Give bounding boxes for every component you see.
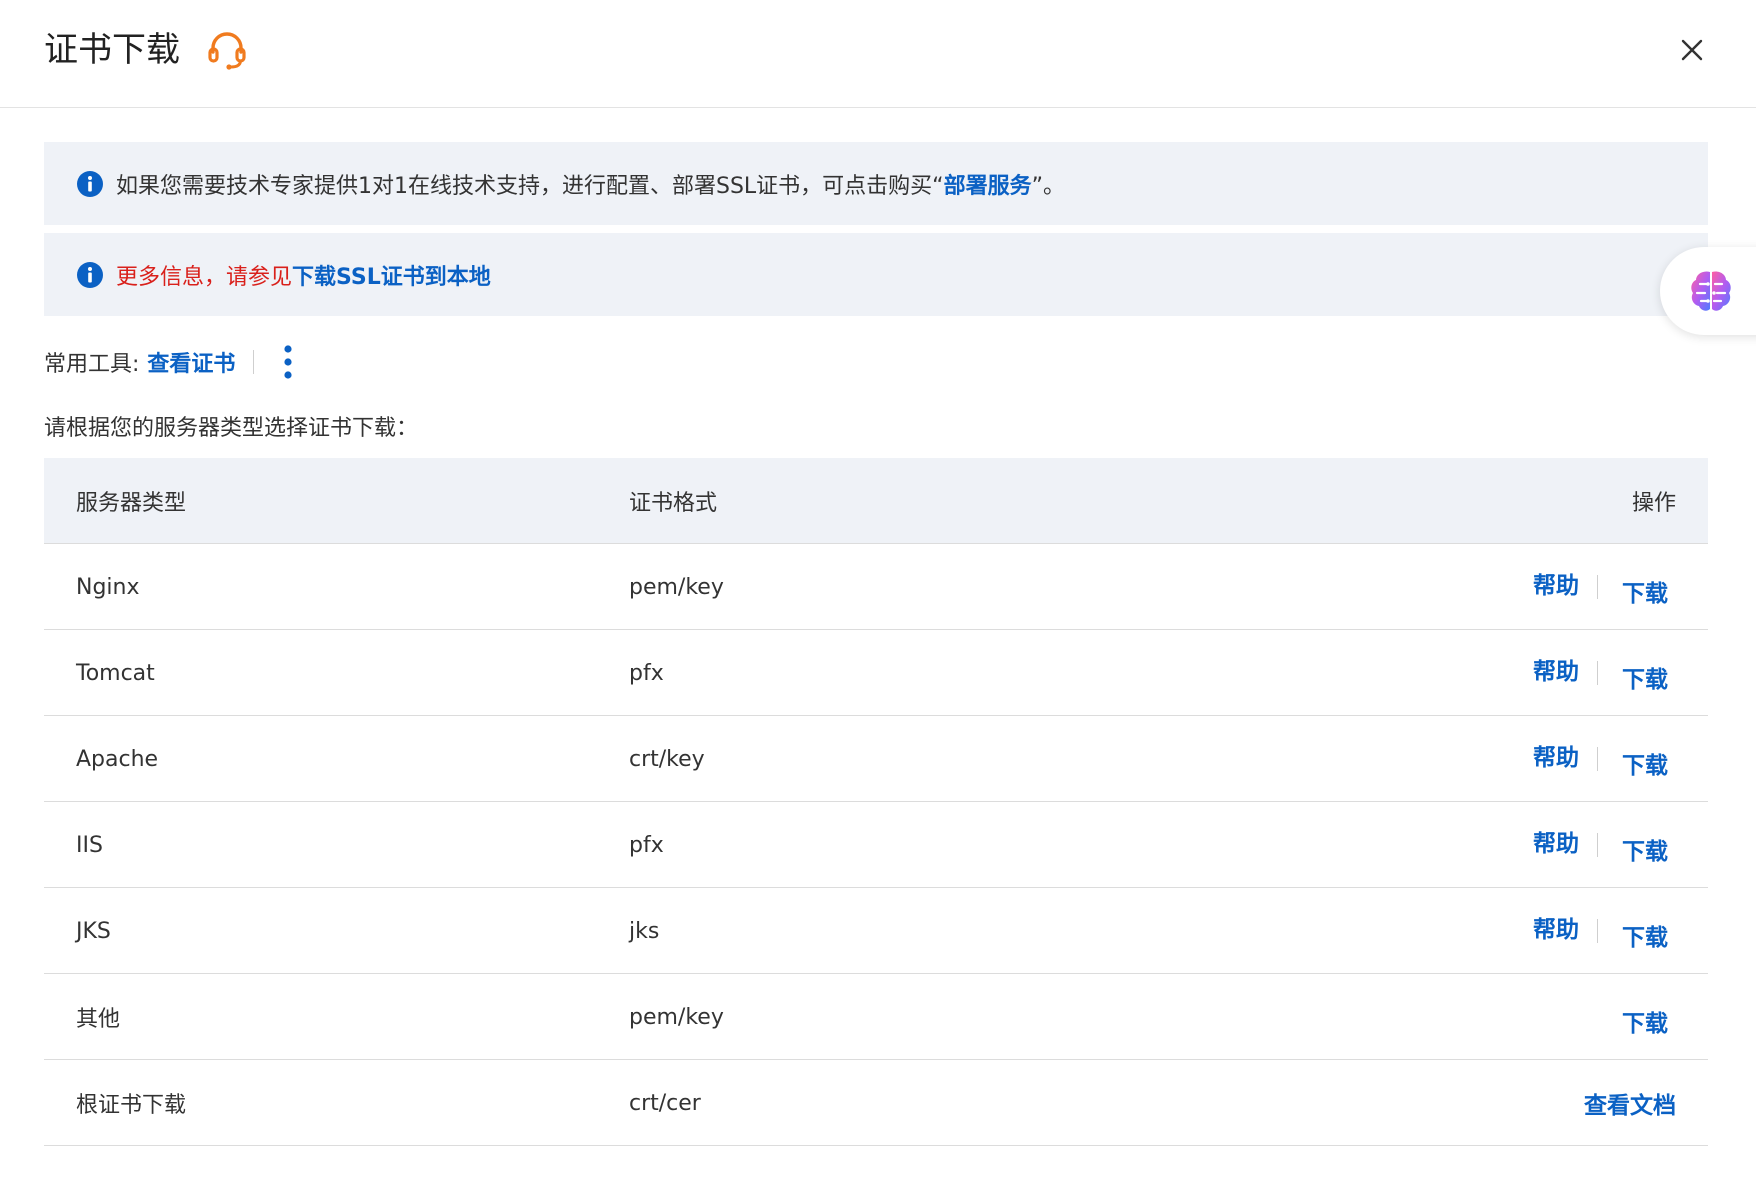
row-actions: 帮助 下载 <box>1533 716 1668 802</box>
more-vertical-icon <box>284 345 293 379</box>
table-row: 其他 pem/key 下载 <box>44 974 1708 1060</box>
headset-icon[interactable] <box>205 28 249 72</box>
help-link[interactable]: 帮助 <box>1533 652 1579 686</box>
header-action: 操作 <box>1631 491 1676 516</box>
action-divider <box>1597 575 1598 599</box>
row-actions: 帮助 下载 <box>1533 802 1668 888</box>
dialog-title: 证书下载 <box>44 30 180 70</box>
header-cert-format: 证书格式 <box>629 491 718 516</box>
info-icon <box>77 170 103 197</box>
download-link[interactable]: 下载 <box>1622 660 1668 694</box>
help-link[interactable]: 帮助 <box>1533 824 1579 858</box>
server-type: 根证书下载 <box>76 1093 187 1118</box>
select-server-hint: 请根据您的服务器类型选择证书下载： <box>44 416 419 441</box>
server-type: Apache <box>76 746 159 772</box>
server-type: IIS <box>76 832 103 858</box>
action-divider <box>1597 833 1598 857</box>
cert-format: crt/key <box>629 746 705 772</box>
tools-label: 常用工具: <box>44 352 140 377</box>
ai-assistant-button[interactable] <box>1660 247 1756 335</box>
help-link[interactable]: 帮助 <box>1533 566 1579 600</box>
action-divider <box>1597 919 1598 943</box>
cert-format: pfx <box>629 660 664 686</box>
close-button[interactable] <box>1672 30 1712 70</box>
action-divider <box>1597 747 1598 771</box>
cert-format: crt/cer <box>629 1090 701 1116</box>
download-link[interactable]: 下载 <box>1622 746 1668 780</box>
table-header: 服务器类型 证书格式 操作 <box>44 458 1708 544</box>
server-type: Nginx <box>76 574 140 600</box>
table-row: Apache crt/key 帮助 下载 <box>44 716 1708 802</box>
row-actions: 查看文档 <box>1584 1060 1676 1146</box>
tools-divider <box>253 350 255 374</box>
download-link[interactable]: 下载 <box>1622 918 1668 952</box>
server-type: JKS <box>76 918 111 944</box>
deploy-service-link[interactable]: 部署服务 <box>944 168 1032 200</box>
action-divider <box>1597 661 1598 685</box>
download-link[interactable]: 下载 <box>1622 832 1668 866</box>
table-row: Tomcat pfx 帮助 下载 <box>44 630 1708 716</box>
row-actions: 下载 <box>1622 974 1668 1060</box>
server-type: 其他 <box>76 1007 121 1032</box>
help-link[interactable]: 帮助 <box>1533 738 1579 772</box>
table-row: IIS pfx 帮助 下载 <box>44 802 1708 888</box>
info-icon <box>77 261 103 288</box>
cert-format-table: 服务器类型 证书格式 操作 Nginx pem/key 帮助 下载 Tomcat… <box>44 458 1708 1146</box>
row-actions: 帮助 下载 <box>1533 630 1668 716</box>
info-banner-support: 如果您需要技术专家提供1对1在线技术支持，进行配置、部署SSL证书，可点击购买“… <box>44 142 1708 225</box>
banner-support-text-end: ”。 <box>1031 173 1066 199</box>
table-row: JKS jks 帮助 下载 <box>44 888 1708 974</box>
download-link[interactable]: 下载 <box>1622 1004 1668 1038</box>
close-icon <box>1681 39 1703 61</box>
table-row: 根证书下载 crt/cer 查看文档 <box>44 1060 1708 1146</box>
brain-icon <box>1691 271 1731 311</box>
help-link[interactable]: 帮助 <box>1533 910 1579 944</box>
row-actions: 帮助 下载 <box>1533 544 1668 630</box>
cert-download-dialog: 证书下载 如果您需要技术专家提供1对1在线技术支持，进行配置、部署SSL证书，可… <box>0 0 1756 1192</box>
more-tools-button[interactable] <box>282 343 294 381</box>
header-server-type: 服务器类型 <box>76 491 187 516</box>
view-doc-link[interactable]: 查看文档 <box>1584 1086 1676 1120</box>
row-actions: 帮助 下载 <box>1533 888 1668 974</box>
table-row: Nginx pem/key 帮助 下载 <box>44 544 1708 630</box>
banner-support-text: 如果您需要技术专家提供1对1在线技术支持，进行配置、部署SSL证书，可点击购买“ <box>116 173 944 199</box>
dialog-header: 证书下载 <box>0 0 1756 108</box>
common-tools: 常用工具: 查看证书 <box>44 342 294 382</box>
banner-more-text: 更多信息，请参见 <box>116 264 293 290</box>
download-link[interactable]: 下载 <box>1622 574 1668 608</box>
cert-format: pem/key <box>629 1004 724 1030</box>
server-type: Tomcat <box>76 660 155 686</box>
cert-format: pem/key <box>629 574 724 600</box>
cert-format: jks <box>629 918 660 944</box>
download-ssl-doc-link[interactable]: 下载SSL证书到本地 <box>292 259 491 291</box>
view-cert-link[interactable]: 查看证书 <box>147 346 235 378</box>
info-banner-more: 更多信息，请参见 下载SSL证书到本地 <box>44 233 1708 316</box>
cert-format: pfx <box>629 832 664 858</box>
